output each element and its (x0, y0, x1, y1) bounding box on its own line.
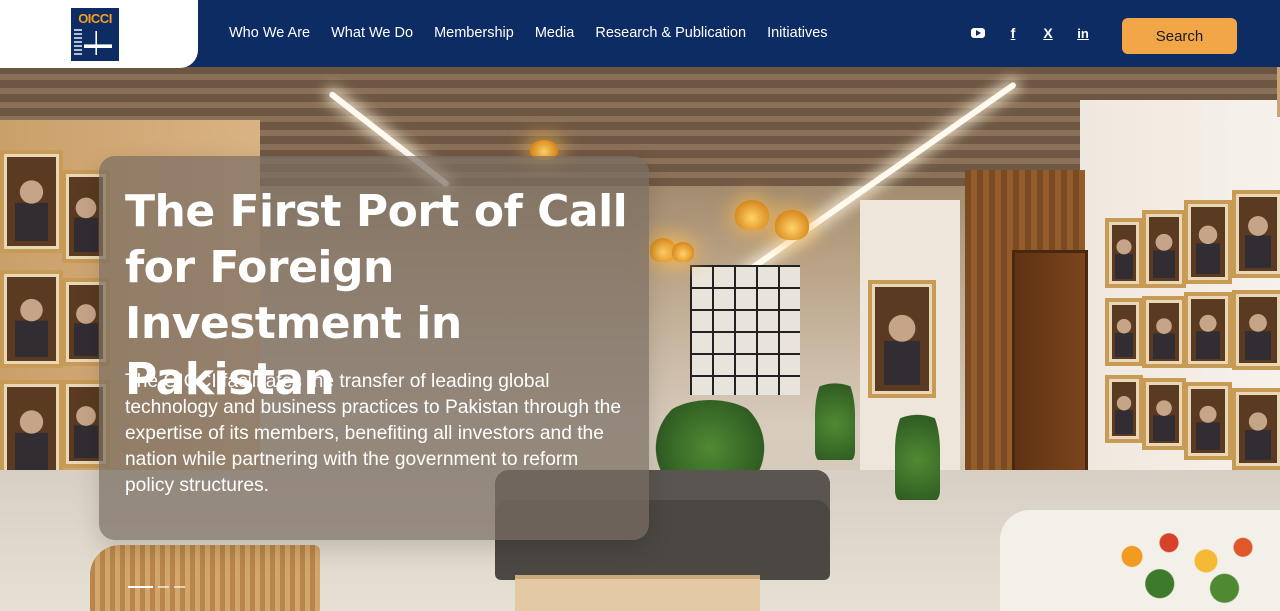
portrait-frame (1184, 382, 1232, 460)
indoor-plant (815, 370, 855, 460)
nav-initiatives[interactable]: Initiatives (767, 24, 827, 42)
logo-container: OICCI (0, 0, 198, 68)
portrait-frame (1142, 378, 1186, 450)
ship-icon (84, 31, 112, 55)
portrait-frame (1105, 218, 1143, 288)
coffee-table (515, 575, 760, 611)
main-nav: Who We Are What We Do Membership Media R… (229, 24, 849, 42)
nav-who-we-are[interactable]: Who We Are (229, 24, 310, 42)
pendant-lamp (672, 242, 694, 262)
social-links: f X in (968, 24, 1108, 42)
rattan-bench (90, 545, 320, 611)
portrait-frame (0, 270, 63, 368)
portrait-frame (1184, 292, 1232, 368)
portrait-frame (1232, 388, 1280, 470)
portrait-frame (0, 380, 63, 483)
logo-est-mark (74, 29, 82, 57)
carousel-dot[interactable] (158, 586, 169, 588)
portrait-frame (0, 150, 63, 253)
logo-text: OICCI (78, 11, 112, 26)
portrait-frame (1105, 298, 1143, 366)
hero-description: The OICCI facilitates the transfer of le… (125, 371, 621, 496)
portrait-frame (1184, 200, 1232, 284)
indoor-plant (895, 400, 940, 500)
carousel-dot[interactable] (174, 586, 185, 588)
site-header: OICCI Who We Are What We Do Membership M… (0, 0, 1280, 68)
facebook-icon[interactable]: f (1003, 24, 1023, 42)
portrait-frame (1142, 210, 1186, 288)
nav-research-publication[interactable]: Research & Publication (595, 24, 746, 42)
youtube-icon[interactable] (968, 24, 988, 42)
nav-media[interactable]: Media (535, 24, 575, 42)
portrait-frame (1232, 190, 1280, 278)
linkedin-icon[interactable]: in (1073, 24, 1093, 42)
hero-card: The First Port of Call for Foreign Inves… (99, 156, 649, 540)
portrait-frame (1232, 290, 1280, 370)
portrait-frame (1105, 375, 1143, 443)
portrait-frame (1142, 296, 1186, 368)
x-icon[interactable]: X (1038, 24, 1058, 42)
nav-what-we-do[interactable]: What We Do (331, 24, 413, 42)
photo-display-wall (690, 265, 800, 395)
oicci-logo[interactable]: OICCI (71, 8, 119, 61)
nav-membership[interactable]: Membership (434, 24, 514, 42)
indoor-plant (650, 400, 770, 480)
carousel-dot-active[interactable] (128, 586, 153, 588)
pendant-lamp (735, 200, 769, 230)
portrait-wall-grid (868, 280, 936, 398)
flower-arrangement (1095, 520, 1280, 611)
carousel-indicators (128, 586, 190, 588)
search-button[interactable]: Search (1122, 18, 1237, 54)
pendant-lamp (775, 210, 809, 240)
